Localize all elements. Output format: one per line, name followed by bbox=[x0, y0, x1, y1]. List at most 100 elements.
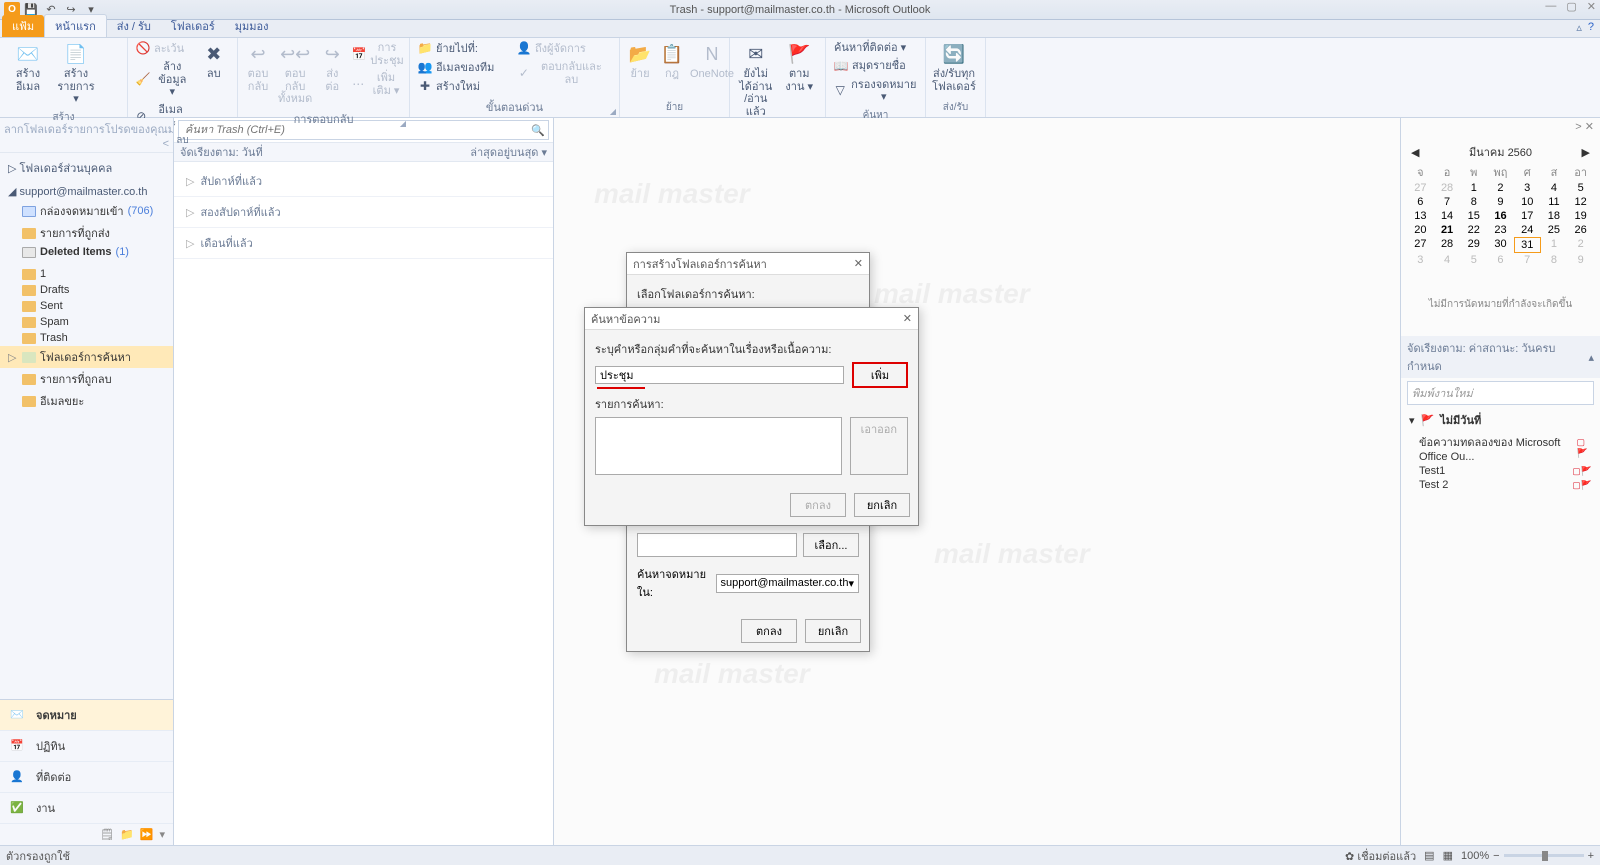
dialog-titlebar[interactable]: ค้นหาข้อความ ✕ bbox=[585, 308, 918, 330]
cal-day[interactable]: 25 bbox=[1541, 223, 1568, 237]
todobar-close-icon[interactable]: ✕ bbox=[1585, 121, 1594, 133]
dialog-close-icon[interactable]: ✕ bbox=[903, 312, 912, 325]
cal-day[interactable]: 20 bbox=[1407, 223, 1434, 237]
folder-spam[interactable]: Spam bbox=[0, 314, 173, 330]
cal-day[interactable]: 7 bbox=[1514, 253, 1541, 267]
cal-day[interactable]: 15 bbox=[1460, 209, 1487, 223]
nav-folders-icon[interactable]: 📁 bbox=[120, 828, 134, 841]
cal-day[interactable]: 28 bbox=[1434, 237, 1461, 253]
cal-day[interactable]: 28 bbox=[1434, 181, 1461, 195]
cal-day[interactable]: 9 bbox=[1487, 195, 1514, 209]
folder-search-folders[interactable]: ▷โฟลเดอร์การค้นหา bbox=[0, 346, 173, 368]
search-mail-in-select[interactable]: support@mailmaster.co.th▾ bbox=[716, 574, 859, 593]
cal-day[interactable]: 5 bbox=[1460, 253, 1487, 267]
cal-day[interactable]: 27 bbox=[1407, 237, 1434, 253]
cal-day[interactable]: 6 bbox=[1487, 253, 1514, 267]
todo-item[interactable]: Test 2▢🚩 bbox=[1401, 478, 1600, 492]
todobar-collapse-icon[interactable]: > bbox=[1575, 121, 1581, 133]
tab-home[interactable]: หน้าแรก bbox=[44, 14, 107, 37]
search-term-input[interactable] bbox=[595, 366, 844, 384]
cal-prev-icon[interactable]: ◀ bbox=[1411, 146, 1419, 159]
cal-day[interactable]: 27 bbox=[1407, 181, 1434, 195]
cal-day[interactable]: 6 bbox=[1407, 195, 1434, 209]
cal-day[interactable]: 21 bbox=[1434, 223, 1461, 237]
cal-next-icon[interactable]: ▶ bbox=[1582, 146, 1590, 159]
cal-day[interactable]: 24 bbox=[1514, 223, 1541, 237]
new-email-button[interactable]: ✉️สร้าง อีเมล bbox=[6, 40, 50, 95]
cal-day[interactable]: 4 bbox=[1541, 181, 1568, 195]
cal-day[interactable]: 12 bbox=[1567, 195, 1594, 209]
tab-send-receive[interactable]: ส่ง / รับ bbox=[107, 15, 161, 37]
cal-day[interactable]: 5 bbox=[1567, 181, 1594, 195]
nav-calendar[interactable]: 📅ปฏิทิน bbox=[0, 731, 173, 762]
tab-view[interactable]: มุมมอง bbox=[225, 15, 279, 37]
folder-1[interactable]: 1 bbox=[0, 266, 173, 282]
account-node[interactable]: ◢ support@mailmaster.co.th bbox=[0, 179, 173, 200]
folder-trash[interactable]: Trash bbox=[0, 330, 173, 346]
qs-moveto[interactable]: 📁ย้ายไปที่: bbox=[416, 40, 511, 58]
dialog-close-icon[interactable]: ✕ bbox=[854, 257, 863, 270]
cal-day[interactable]: 22 bbox=[1460, 223, 1487, 237]
maximize-button[interactable]: ▢ bbox=[1566, 0, 1576, 13]
cal-day[interactable]: 10 bbox=[1514, 195, 1541, 209]
group-last-month[interactable]: ▷เดือนที่แล้ว bbox=[174, 228, 553, 259]
follow-up-button[interactable]: 🚩ตาม งาน ▾ bbox=[780, 40, 820, 95]
help-icon[interactable]: ? bbox=[1588, 21, 1594, 34]
folder-deleted-local[interactable]: รายการที่ถูกลบ bbox=[0, 368, 173, 390]
todo-item[interactable]: ข้อความทดลองของ Microsoft Office Ou...▢🚩 bbox=[1401, 432, 1600, 464]
unread-button[interactable]: ✉ยังไม่ได้อ่าน /อ่านแล้ว bbox=[736, 40, 776, 121]
cal-day[interactable]: 8 bbox=[1541, 253, 1568, 267]
cal-day[interactable]: 3 bbox=[1407, 253, 1434, 267]
group-last-week[interactable]: ▷สัปดาห์ที่แล้ว bbox=[174, 166, 553, 197]
zoom-slider[interactable]: 100% − + bbox=[1461, 850, 1594, 862]
cal-day[interactable]: 9 bbox=[1567, 253, 1594, 267]
dlg1-ok-button[interactable]: ตกลง bbox=[741, 619, 797, 643]
tab-file[interactable]: แฟ้ม bbox=[2, 15, 44, 37]
cal-day[interactable]: 31 bbox=[1514, 237, 1541, 253]
new-items-button[interactable]: 📄สร้าง รายการ ▾ bbox=[54, 40, 98, 108]
folder-deleted-items[interactable]: Deleted Items (1) bbox=[0, 244, 173, 260]
nav-configure-icon[interactable]: ▾ bbox=[159, 828, 165, 841]
zoom-in-icon[interactable]: + bbox=[1588, 850, 1594, 862]
send-receive-all-button[interactable]: 🔄ส่ง/รับทุก โฟลเดอร์ bbox=[932, 40, 976, 95]
choose-button[interactable]: เลือก... bbox=[803, 533, 859, 557]
show-words-input[interactable] bbox=[637, 533, 797, 557]
cal-day[interactable]: 1 bbox=[1541, 237, 1568, 253]
view-normal-icon[interactable]: ▤ bbox=[1424, 849, 1434, 862]
new-task-input[interactable]: พิมพ์งานใหม่ bbox=[1407, 381, 1594, 405]
todo-item[interactable]: Test1▢🚩 bbox=[1401, 464, 1600, 478]
group-two-weeks[interactable]: ▷สองสัปดาห์ที่แล้ว bbox=[174, 197, 553, 228]
cal-day[interactable]: 14 bbox=[1434, 209, 1461, 223]
cal-day[interactable]: 30 bbox=[1487, 237, 1514, 253]
cal-day[interactable]: 17 bbox=[1514, 209, 1541, 223]
folder-sent[interactable]: Sent bbox=[0, 298, 173, 314]
zoom-out-icon[interactable]: − bbox=[1493, 850, 1499, 862]
cal-day[interactable]: 2 bbox=[1567, 237, 1594, 253]
dlg1-cancel-button[interactable]: ยกเลิก bbox=[805, 619, 861, 643]
cal-day[interactable]: 23 bbox=[1487, 223, 1514, 237]
todo-nodate-section[interactable]: ▾ 🚩 ไม่มีวันที่ bbox=[1401, 408, 1600, 432]
cal-day[interactable]: 2 bbox=[1487, 181, 1514, 195]
cal-day[interactable]: 29 bbox=[1460, 237, 1487, 253]
nav-contacts[interactable]: 👤ที่ติดต่อ bbox=[0, 762, 173, 793]
folder-sent-items[interactable]: รายการที่ถูกส่ง bbox=[0, 222, 173, 244]
cal-day[interactable]: 4 bbox=[1434, 253, 1461, 267]
cleanup-button[interactable]: 🧹ล้างข้อมูล ▾ bbox=[134, 59, 193, 101]
view-reading-icon[interactable]: ▦ bbox=[1443, 849, 1453, 862]
tab-folder[interactable]: โฟลเดอร์ bbox=[161, 15, 225, 37]
folder-junk[interactable]: อีเมลขยะ bbox=[0, 390, 173, 412]
cal-day[interactable]: 19 bbox=[1567, 209, 1594, 223]
search-icon[interactable]: 🔍 bbox=[528, 124, 548, 137]
todo-arrange-bar[interactable]: จัดเรียงตาม: ค่าสถานะ: วันครบกำหนด▴ bbox=[1401, 336, 1600, 378]
qs-createnew[interactable]: ✚สร้างใหม่ bbox=[416, 78, 511, 96]
dialog-titlebar[interactable]: การสร้างโฟลเดอร์การค้นหา ✕ bbox=[627, 253, 869, 275]
delete-button[interactable]: ✖ลบ bbox=[197, 40, 231, 83]
nav-notes-icon[interactable]: 🗒 bbox=[100, 828, 114, 841]
cal-day[interactable]: 1 bbox=[1460, 181, 1487, 195]
folders-header[interactable]: ▷ โฟลเดอร์ส่วนบุคคล bbox=[0, 157, 173, 179]
cal-day[interactable]: 13 bbox=[1407, 209, 1434, 223]
nav-tasks[interactable]: ✅งาน bbox=[0, 793, 173, 824]
folder-inbox[interactable]: กล่องจดหมายเข้า (706) bbox=[0, 200, 173, 222]
nav-mail[interactable]: ✉️จดหมาย bbox=[0, 700, 173, 731]
cal-day[interactable]: 18 bbox=[1541, 209, 1568, 223]
